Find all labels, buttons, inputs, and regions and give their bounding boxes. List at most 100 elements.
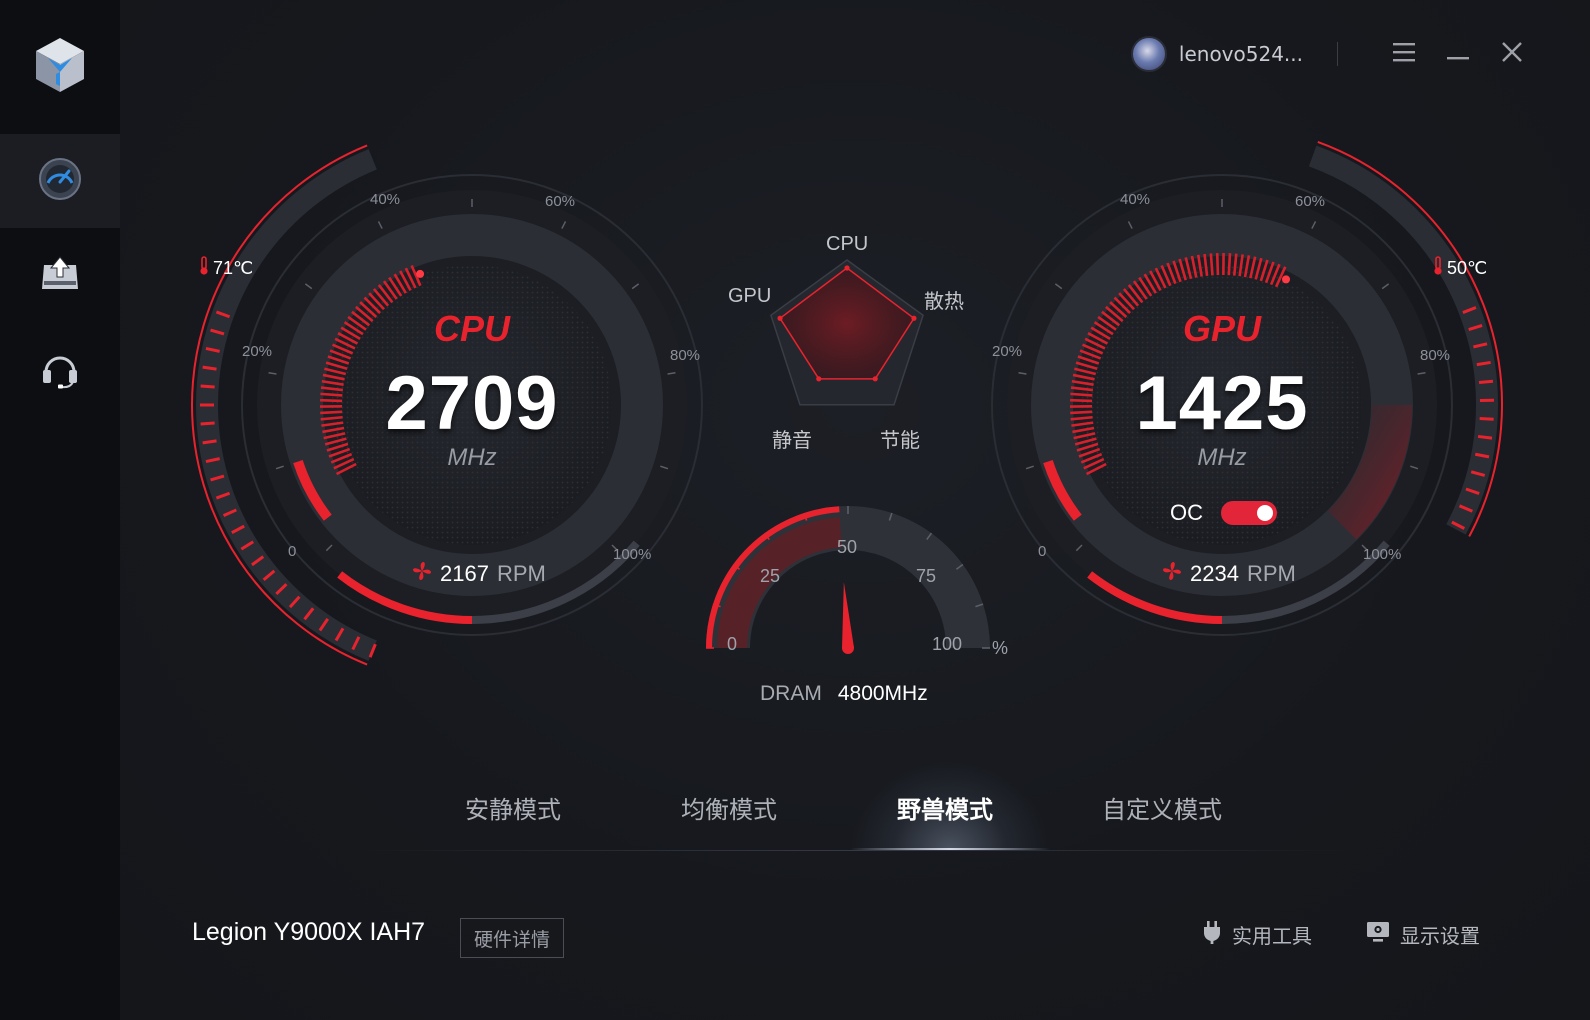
gpu-fan-unit: RPM	[1246, 561, 1296, 586]
radar-label-cooling: 散热	[924, 291, 964, 313]
update-upload-icon	[40, 255, 80, 295]
cpu-temp-segment	[200, 384, 215, 389]
gpu-usage-segment	[1070, 392, 1093, 397]
dram-frequency: 4800MHz	[837, 682, 928, 705]
cpu-usage-cap	[416, 269, 425, 278]
sidebar-item-dashboard[interactable]	[0, 134, 120, 228]
oc-label: OC	[1170, 500, 1203, 525]
monitor-settings-icon	[1366, 921, 1390, 948]
radar-vertex	[911, 315, 917, 321]
gpu-fan-rpm: 2234	[1190, 561, 1239, 586]
performance-radar	[770, 259, 924, 406]
tab-custom-mode[interactable]: 自定义模式	[1102, 790, 1222, 825]
plug-icon	[1202, 920, 1222, 949]
cpu-temp-segment	[202, 439, 217, 445]
speedometer-icon	[38, 157, 82, 205]
dram-tick-0: 0	[727, 634, 738, 654]
utilities-link[interactable]: 实用工具	[1202, 920, 1312, 949]
sidebar-item-update[interactable]	[0, 228, 120, 322]
main-panel: lenovo524... CPU 2709 MHz 2167 RPM 71℃ 0…	[120, 0, 1590, 1020]
cpu-tick-80: 80%	[670, 347, 701, 364]
sidebar-item-support[interactable]	[0, 325, 120, 419]
cpu-tick-0: 0	[288, 543, 297, 560]
cpu-tick-40: 40%	[370, 191, 401, 208]
gpu-temperature: 50℃	[1432, 256, 1487, 281]
gpu-temp-segment	[1477, 434, 1493, 440]
fan-icon	[412, 561, 432, 587]
cpu-temperature: 71℃	[198, 256, 253, 281]
gpu-usage-cap	[1282, 275, 1291, 284]
radar-label-cpu: CPU	[826, 233, 869, 255]
gpu-tick-0: 0	[1038, 543, 1047, 560]
device-model: Legion Y9000X IAH7	[192, 918, 426, 946]
gpu-tick-40: 40%	[1120, 191, 1151, 208]
headset-support-icon	[40, 350, 80, 394]
cpu-tick-60: 60%	[545, 193, 576, 210]
dram-tick-50: 50	[837, 537, 858, 557]
gpu-tick-100: 100%	[1363, 546, 1402, 563]
cpu-fan-speed: 2167 RPM	[412, 561, 546, 587]
gpu-usage-segment	[1070, 410, 1093, 415]
fan-icon	[1162, 561, 1182, 587]
cpu-tick-20: 20%	[242, 343, 273, 360]
gpu-usage-segment	[1070, 398, 1093, 403]
cpu-frequency-value: 2709	[385, 361, 559, 446]
tab-beast-mode[interactable]: 野兽模式	[897, 790, 993, 825]
cpu-fan-rpm: 2167	[440, 561, 489, 586]
gpu-usage-segment	[1209, 253, 1214, 276]
radar-vertex	[872, 376, 878, 382]
cpu-frequency-unit: MHz	[447, 444, 497, 471]
dram-tick-25: 25	[760, 566, 781, 586]
gpu-frequency-value: 1425	[1135, 361, 1309, 446]
dram-label: DRAM	[760, 682, 822, 705]
tab-balanced-mode[interactable]: 均衡模式	[681, 790, 777, 825]
cpu-fan-unit: RPM	[496, 561, 546, 586]
thermometer-icon	[198, 256, 210, 281]
utilities-label: 实用工具	[1232, 924, 1312, 948]
radar-vertex	[777, 315, 783, 321]
thermometer-icon	[1432, 256, 1444, 281]
cpu-tick-100: 100%	[613, 546, 652, 563]
cpu-temp-segment	[200, 421, 215, 426]
radar-label-eco: 节能	[880, 430, 920, 452]
oc-toggle[interactable]	[1221, 501, 1277, 525]
display-settings-link[interactable]: 显示设置	[1366, 920, 1480, 949]
dram-meter	[706, 506, 990, 654]
radar-label-quiet: 静音	[772, 430, 812, 452]
radar-vertex	[844, 265, 850, 271]
cpu-usage-segment	[320, 398, 343, 403]
dram-tick-75: 75	[916, 566, 937, 586]
app-logo-icon	[34, 36, 86, 94]
cpu-temp-segment	[202, 365, 217, 371]
gpu-usage-segment	[1227, 253, 1232, 276]
dram-readout: DRAM 4800MHz	[760, 682, 928, 706]
gpu-temp-segment	[1479, 417, 1494, 421]
gpu-overclock-row: OC	[1170, 500, 1277, 526]
dram-tick-100: 100	[932, 634, 963, 654]
radar-vertex	[816, 376, 822, 382]
gpu-usage-segment	[1215, 253, 1220, 276]
radar-label-gpu: GPU	[728, 285, 772, 307]
cpu-gauge-title: CPU	[433, 308, 510, 349]
active-mode-underline	[850, 848, 1050, 850]
toggle-knob	[1257, 505, 1273, 521]
gpu-tick-60: 60%	[1295, 193, 1326, 210]
performance-mode-tabs: 安静模式 均衡模式 野兽模式 自定义模式	[350, 760, 1360, 860]
gpu-temperature-value: 50℃	[1447, 258, 1488, 278]
dram-unit: %	[992, 638, 1009, 658]
tab-quiet-mode[interactable]: 安静模式	[465, 790, 561, 825]
cpu-usage-segment	[320, 410, 343, 415]
gpu-frequency-unit: MHz	[1197, 444, 1247, 471]
gpu-tick-80: 80%	[1420, 347, 1451, 364]
gpu-fan-speed: 2234 RPM	[1162, 561, 1296, 587]
gpu-tick-20: 20%	[992, 343, 1023, 360]
display-settings-label: 显示设置	[1400, 924, 1480, 948]
sidebar	[0, 0, 120, 1020]
cpu-usage-segment	[320, 392, 343, 397]
modes-baseline	[350, 850, 1360, 851]
gpu-gauge-title: GPU	[1182, 308, 1261, 349]
hardware-details-button[interactable]: 硬件详情	[460, 918, 564, 958]
gpu-temp-segment	[1478, 379, 1494, 385]
cpu-temperature-value: 71℃	[213, 258, 254, 278]
gauges-canvas	[191, 140, 1504, 666]
